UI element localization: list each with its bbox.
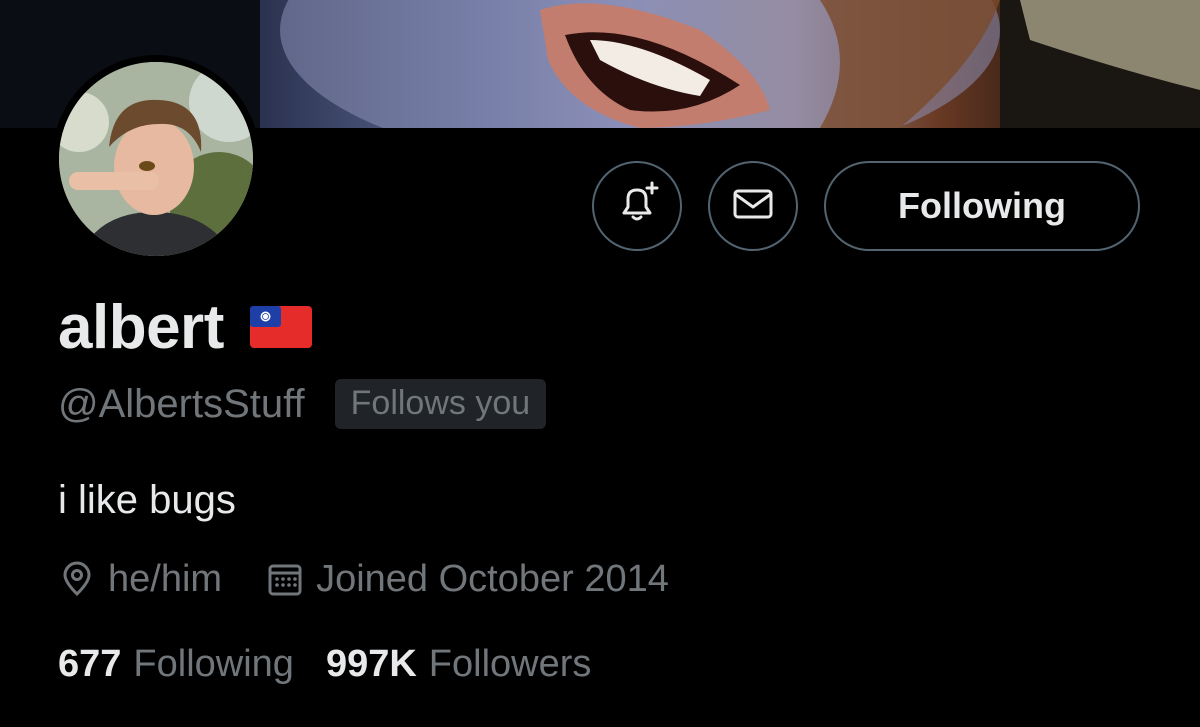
joined-item: Joined October 2014 bbox=[266, 558, 669, 601]
taiwan-flag-icon bbox=[249, 305, 312, 353]
display-name-row: albert bbox=[58, 292, 312, 362]
followers-count: 997K bbox=[325, 642, 417, 685]
joined-date-text: Joined October 2014 bbox=[316, 557, 669, 600]
following-label: Following bbox=[133, 642, 294, 685]
followers-stat-link[interactable]: 997K Followers bbox=[326, 643, 591, 686]
user-handle: @AlbertsStuff bbox=[58, 381, 305, 426]
following-button[interactable]: Following bbox=[824, 161, 1140, 251]
message-button[interactable] bbox=[708, 161, 798, 251]
pronouns-item: he/him bbox=[58, 558, 222, 601]
bell-plus-icon bbox=[612, 179, 662, 234]
display-name: albert bbox=[58, 292, 224, 362]
following-button-label: Following bbox=[898, 185, 1066, 226]
envelope-icon bbox=[730, 181, 776, 232]
profile-meta: he/him Joined October 2014 bbox=[58, 552, 669, 606]
profile-avatar[interactable] bbox=[52, 55, 260, 263]
follows-you-badge: Follows you bbox=[334, 379, 547, 429]
following-count: 677 bbox=[58, 642, 122, 685]
avatar-photo bbox=[59, 62, 253, 256]
pronouns-text: he/him bbox=[108, 557, 223, 600]
location-pin-icon bbox=[58, 560, 96, 598]
calendar-icon bbox=[266, 560, 304, 598]
follow-stats: 677 Following 997K Followers bbox=[58, 636, 591, 692]
handle-row: @AlbertsStuff Follows you bbox=[58, 378, 547, 430]
notifications-button[interactable] bbox=[592, 161, 682, 251]
followers-label: Followers bbox=[428, 642, 592, 685]
following-stat-link[interactable]: 677 Following bbox=[58, 643, 294, 686]
profile-bio: i like bugs bbox=[58, 478, 236, 522]
